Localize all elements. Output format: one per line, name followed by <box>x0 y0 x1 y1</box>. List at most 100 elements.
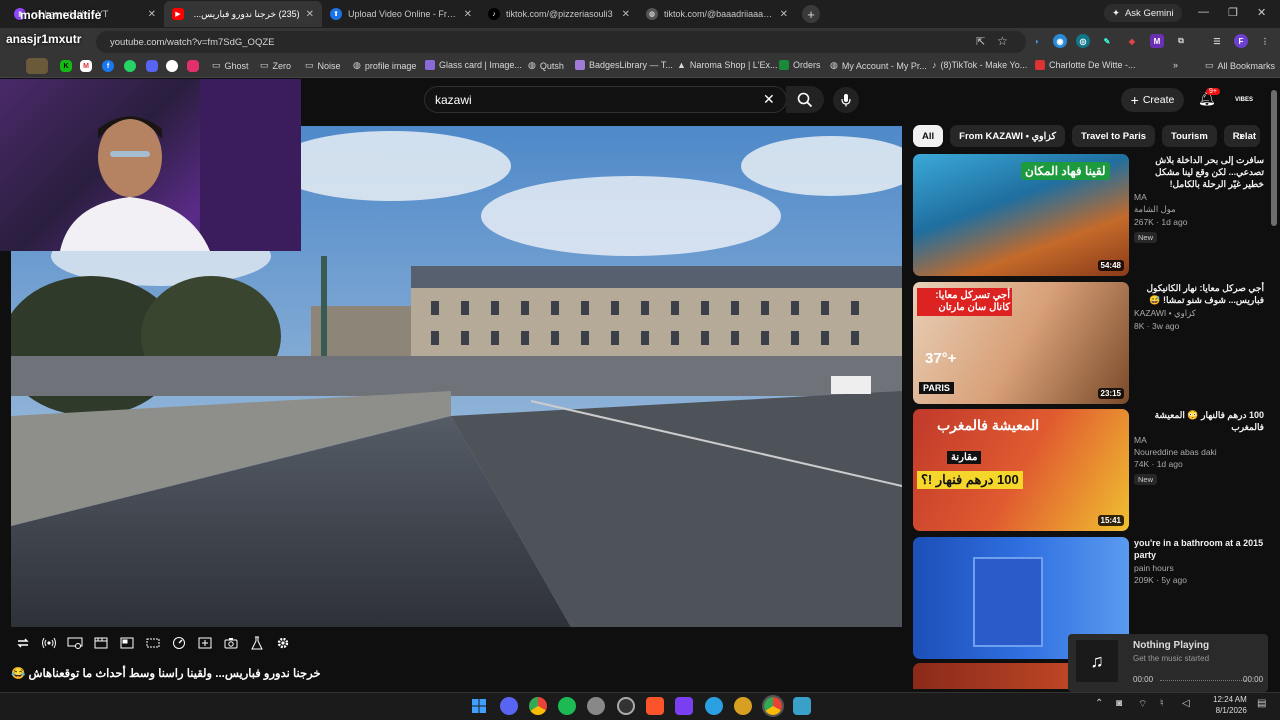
sidebar-icon[interactable]: ☰ <box>1210 34 1224 48</box>
search-button[interactable] <box>786 86 824 113</box>
tab-4[interactable]: ♪ tiktok.com/@pizzeriasouli3 ✕ <box>480 1 638 27</box>
bookmark-profile-image[interactable]: ◍ profile image <box>353 60 416 71</box>
bookmark-glass-card[interactable]: Glass card | Image... <box>425 60 522 70</box>
menu-icon[interactable]: ⋮ <box>1258 34 1272 48</box>
chip-travel-to-paris[interactable]: Travel to Paris <box>1072 125 1155 147</box>
channel-name[interactable]: KAZAWI • كزاوي <box>1134 308 1264 319</box>
chevron-right-icon[interactable]: › <box>1239 128 1243 143</box>
flask-icon[interactable] <box>248 634 266 652</box>
broadcast-icon[interactable] <box>40 634 58 652</box>
close-icon[interactable]: ✕ <box>464 9 472 20</box>
ask-gemini-button[interactable]: ✦ Ask Gemini <box>1104 4 1182 22</box>
whatsapp-icon[interactable] <box>124 60 136 72</box>
recommendation-item[interactable]: أجي تسركل معايا: كانال سان مارتان 37°+ P… <box>913 282 1273 404</box>
tab-5[interactable]: ◍tiktok.com/@baaadriiaaa/video✕ <box>638 1 796 27</box>
app-taskbar-icon[interactable] <box>587 697 605 715</box>
screen-cast-icon[interactable] <box>66 634 84 652</box>
install-app-icon[interactable]: ⇱ <box>976 35 985 48</box>
extension-icon[interactable]: ◎ <box>1076 34 1090 48</box>
voice-search-button[interactable] <box>833 87 859 113</box>
maximize-icon[interactable]: ❐ <box>1228 6 1238 19</box>
film-icon[interactable] <box>92 634 110 652</box>
extension-icon[interactable]: ◗ <box>1030 34 1044 48</box>
video-title[interactable]: أجي صركل معايا: نهار الكانيكول فباريس...… <box>1134 282 1264 306</box>
notification-center-icon[interactable]: ▤ <box>1257 698 1266 709</box>
instagram-icon[interactable] <box>187 60 199 72</box>
video-title[interactable]: سافرت إلى بحر الداخلة بلاش تصدعي... لكن … <box>1134 154 1264 190</box>
telegram-taskbar-icon[interactable] <box>705 697 723 715</box>
bookmark-favicon[interactable]: K <box>60 60 72 72</box>
extension-icon[interactable]: ◈ <box>1125 34 1139 48</box>
video-thumbnail[interactable]: أجي تسركل معايا: كانال سان مارتان 37°+ P… <box>913 282 1129 404</box>
close-icon[interactable]: ✕ <box>622 9 630 20</box>
extension-icon[interactable]: ✎ <box>1100 34 1114 48</box>
theater-mode-icon[interactable] <box>144 634 162 652</box>
close-icon[interactable]: ✕ <box>306 9 314 20</box>
puzzle-icon[interactable]: ⧉ <box>1174 34 1188 48</box>
chrome-taskbar-icon[interactable] <box>529 697 547 715</box>
search-input[interactable]: kazawi <box>424 86 787 113</box>
obs-taskbar-icon[interactable] <box>617 697 635 715</box>
app-taskbar-icon[interactable] <box>675 697 693 715</box>
channel-name[interactable]: pain hours <box>1134 563 1264 573</box>
recommendation-item[interactable]: المعيشة فالمغرب مقارنة 100 درهم فنهار !؟… <box>913 409 1273 531</box>
wifi-icon[interactable]: ⌔ <box>1138 698 1147 711</box>
bookmark-badges-library[interactable]: BadgesLibrary — T... <box>575 60 673 70</box>
create-button[interactable]: + Create <box>1121 88 1184 112</box>
settings-gear-icon[interactable] <box>274 634 292 652</box>
star-icon[interactable]: ☆ <box>997 34 1008 48</box>
bookmark-charlotte[interactable]: Charlotte De Witte -... <box>1035 60 1136 70</box>
gmail-icon[interactable]: M <box>80 60 92 72</box>
add-frame-icon[interactable] <box>196 634 214 652</box>
discord-icon[interactable] <box>146 60 158 72</box>
video-title[interactable]: you're in a bathroom at a 2015 party <box>1134 537 1264 561</box>
picture-in-picture-icon[interactable] <box>118 634 136 652</box>
loop-icon[interactable] <box>14 634 32 652</box>
close-icon[interactable]: ✕ <box>780 9 788 20</box>
bookmark-ghost[interactable]: ▭ Ghost <box>212 60 249 71</box>
video-thumbnail[interactable]: لقينا فهاد المكان 54:48 <box>913 154 1129 276</box>
new-tab-button[interactable]: + <box>802 5 820 23</box>
camera-icon[interactable] <box>222 634 240 652</box>
tray-chevron-icon[interactable]: ⌃ <box>1095 698 1103 709</box>
bookmark-favicon[interactable] <box>166 60 178 72</box>
app-taskbar-icon[interactable] <box>793 697 811 715</box>
music-progress-track[interactable] <box>1160 680 1246 682</box>
extension-icon[interactable]: M <box>1150 34 1164 48</box>
video-thumbnail[interactable]: المعيشة فالمغرب مقارنة 100 درهم فنهار !؟… <box>913 409 1129 531</box>
video-title[interactable]: 100 درهم فالنهار 😳 المعيشة فالمغرب <box>1134 409 1264 433</box>
speed-icon[interactable] <box>170 634 188 652</box>
channel-name[interactable]: MA <box>1134 435 1264 445</box>
bookmarks-overflow-icon[interactable]: » <box>1173 60 1178 70</box>
chip-from-kazawi[interactable]: From KAZAWI • كزاوي <box>950 125 1066 147</box>
account-avatar[interactable]: VIBES <box>1234 90 1254 110</box>
bookmark-tiktok[interactable]: ♪ (8)TikTok - Make Yo... <box>932 60 1027 70</box>
bookmark-qutsh[interactable]: ◍ Qutsh <box>528 60 564 71</box>
bookmark-my-account[interactable]: ◍ My Account - My Pr... <box>830 60 927 71</box>
close-window-icon[interactable]: ✕ <box>1257 6 1266 19</box>
spotify-taskbar-icon[interactable] <box>558 697 576 715</box>
profile-icon[interactable]: F <box>1234 34 1248 48</box>
channel-name[interactable]: MA <box>1134 192 1264 202</box>
all-bookmarks[interactable]: ▭ All Bookmarks <box>1205 60 1275 71</box>
bookmark-zero[interactable]: ▭ Zero <box>260 60 291 71</box>
windows-start-icon[interactable] <box>470 697 488 715</box>
chrome-active-taskbar-icon[interactable] <box>762 695 784 717</box>
facebook-icon[interactable]: f <box>102 60 114 72</box>
app-taskbar-icon[interactable] <box>734 697 752 715</box>
music-note-icon[interactable]: ♫ <box>1076 640 1118 682</box>
mic-tray-icon[interactable]: ♮ <box>1160 698 1164 709</box>
brave-taskbar-icon[interactable] <box>646 697 664 715</box>
tab-2[interactable]: ▶ (235) خرجنا ندورو فباريس... ✕ <box>164 1 322 27</box>
discord-taskbar-icon[interactable] <box>500 697 518 715</box>
bookmark-naroma-shop[interactable]: ▲ Naroma Shop | L'Ex... <box>677 60 778 70</box>
bookmark-orders[interactable]: Orders <box>779 60 821 70</box>
system-clock[interactable]: 12:24 AM 8/1/2026 <box>1213 694 1247 716</box>
tab-3[interactable]: ⬆Upload Video Online - Free Vid✕ <box>322 1 480 27</box>
clear-search-icon[interactable]: ✕ <box>763 91 775 108</box>
chip-tourism[interactable]: Tourism <box>1162 125 1217 147</box>
volume-icon[interactable]: ◁ <box>1182 698 1190 709</box>
extension-icon[interactable]: ◉ <box>1053 34 1067 48</box>
close-icon[interactable]: ✕ <box>148 9 156 20</box>
chip-all[interactable]: All <box>913 125 944 147</box>
